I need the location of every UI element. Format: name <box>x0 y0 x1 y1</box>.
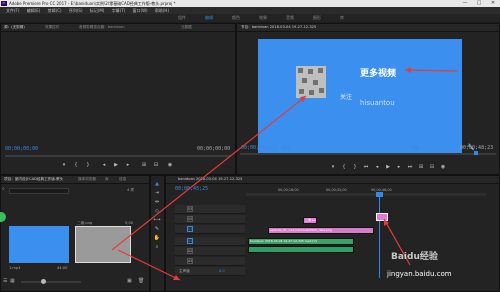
watermark-brand: Baidu经验 <box>391 252 438 262</box>
arrow-to-title <box>404 69 458 72</box>
arrow-to-qr <box>111 95 307 251</box>
watermark: Baidu经验 jingyan.baidu.com <box>385 247 497 289</box>
arrow-head-qr <box>300 96 306 102</box>
arrow-to-timeline <box>117 249 181 281</box>
arrow-head-title <box>405 67 411 73</box>
watermark-url: jingyan.baidu.com <box>387 270 452 278</box>
arrow-head-clip <box>384 219 389 226</box>
